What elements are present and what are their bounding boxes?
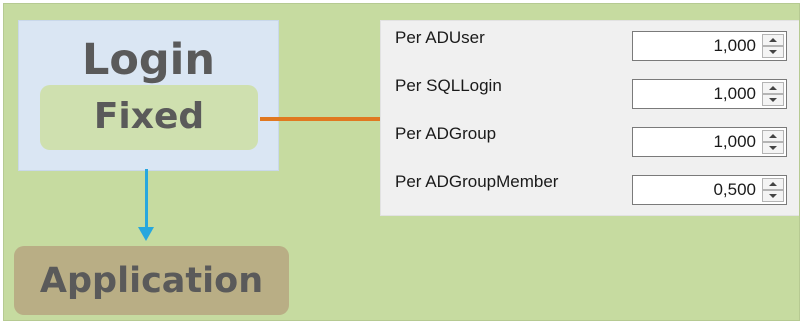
setting-label-ad-group: Per ADGroup [395,124,497,143]
orange-connector-line [260,117,382,121]
spin-down-icon [769,194,777,198]
spin-down-icon [769,98,777,102]
application-box: Application [14,246,289,315]
spin-down-button[interactable] [762,142,784,154]
spin-buttons [762,34,784,58]
ad-group-spinner[interactable]: 1,000 [632,127,787,157]
spin-up-button[interactable] [762,130,784,142]
down-arrow-icon [138,227,154,241]
ad-group-value[interactable]: 1,000 [713,132,756,152]
setting-row-sql-login: Per SQLLogin 1,000 [381,69,799,115]
spin-up-icon [769,134,777,138]
login-box: Login Fixed [18,20,279,171]
settings-panel: Per ADUser 1,000 Per SQLLogin 1,000 Per … [380,20,799,216]
sql-login-spinner[interactable]: 1,000 [632,79,787,109]
spin-down-button[interactable] [762,190,784,202]
ad-group-member-spinner[interactable]: 0,500 [632,175,787,205]
spin-up-icon [769,86,777,90]
diagram-canvas: Login Fixed Application Per ADUser 1,000… [3,3,800,321]
spin-up-button[interactable] [762,82,784,94]
ad-group-member-value[interactable]: 0,500 [713,180,756,200]
setting-label-ad-group-member: Per ADGroupMember [395,172,559,191]
spin-up-button[interactable] [762,34,784,46]
setting-row-ad-group-member: Per ADGroupMember 0,500 [381,165,799,211]
ad-user-spinner[interactable]: 1,000 [632,31,787,61]
login-title: Login [81,35,216,85]
spin-up-button[interactable] [762,178,784,190]
ad-user-value[interactable]: 1,000 [713,36,756,56]
application-label: Application [39,261,264,301]
fixed-box: Fixed [40,85,258,150]
down-arrow-shaft [145,169,148,229]
spin-buttons [762,130,784,154]
setting-row-ad-group: Per ADGroup 1,000 [381,117,799,163]
spin-down-button[interactable] [762,46,784,58]
setting-label-sql-login: Per SQLLogin [395,76,502,95]
spin-up-icon [769,182,777,186]
spin-down-icon [769,146,777,150]
spin-buttons [762,178,784,202]
spin-up-icon [769,38,777,42]
spin-buttons [762,82,784,106]
setting-row-ad-user: Per ADUser 1,000 [381,21,799,67]
fixed-label: Fixed [93,96,205,137]
spin-down-button[interactable] [762,94,784,106]
sql-login-value[interactable]: 1,000 [713,84,756,104]
setting-label-ad-user: Per ADUser [395,28,485,47]
spin-down-icon [769,50,777,54]
